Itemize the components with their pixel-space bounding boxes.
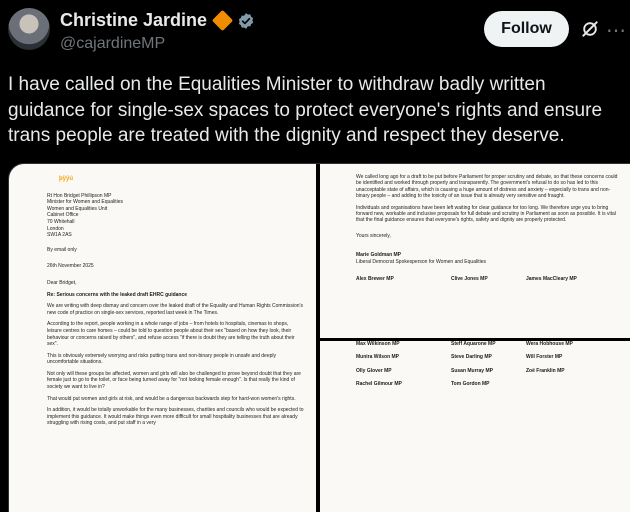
letter-page-right-signatures: Max Wilkinson MP Steff Aquarone MP Wera … [320, 341, 630, 512]
signatory: Susan Murray MP [451, 367, 493, 374]
address-line: SW1A 2AS [47, 232, 72, 239]
letter-paragraph: In addition, it would be totally unworka… [47, 407, 304, 427]
signatory: Wera Hobhouse MP [526, 341, 573, 347]
author-handle[interactable]: @cajardineMP [60, 35, 165, 53]
letter-date: 26th November 2025 [47, 263, 94, 270]
recipient-address: Rt Hon Bridget Phillipson MP Minister fo… [47, 193, 304, 239]
signatory: Steff Aquarone MP [451, 341, 496, 347]
by-email-note: By email only [47, 246, 77, 253]
signatory: Olly Glover MP [356, 367, 392, 374]
address-line: Women and Equalities Unit [47, 205, 108, 212]
letter-paragraph: This is obviously extremely worrying and… [47, 352, 277, 366]
signatory: Will Forster MP [526, 354, 563, 361]
letter-page-right: We called long ago for a draft to be put… [320, 164, 630, 338]
signatory: Tom Gordon MP [451, 381, 490, 388]
verified-badge-icon[interactable] [237, 12, 255, 30]
signatory-list-top: Alex Brewer MP Clive Jones MP James MacC… [356, 276, 621, 282]
affiliation-diamond-icon[interactable] [211, 9, 234, 32]
signatory: Clive Jones MP [451, 276, 488, 283]
signatory: Zoë Franklin MP [526, 367, 565, 374]
letter-paragraph: According to the report, people working … [47, 321, 295, 348]
letter-paragraph: We are writing with deep dismay and conc… [47, 303, 303, 316]
avatar[interactable] [8, 8, 50, 50]
author-name-row: Christine Jardine [60, 9, 255, 32]
follow-button[interactable]: Follow [484, 11, 569, 47]
letter-page-left: þÿÿú Rt Hon Bridget Phillipson MP Minist… [9, 164, 316, 512]
author-name[interactable]: Christine Jardine [60, 10, 207, 31]
signatory: Rachel Gilmour MP [356, 381, 402, 388]
signatory: Steve Darling MP [451, 354, 492, 361]
address-line: 70 Whitehall [47, 218, 75, 225]
more-icon[interactable]: ⋯ [606, 18, 626, 43]
address-line: Cabinet Office [47, 212, 79, 219]
address-line: London [47, 225, 64, 232]
address-line: Minister for Women and Equalities [47, 199, 124, 206]
signatory-role: Liberal Democrat Spokesperson for Women … [356, 258, 486, 265]
tweet-text: I have called on the Equalities Minister… [8, 74, 603, 146]
letter-paragraph: Individuals and organisations have been … [356, 204, 616, 224]
salutation: Dear Bridget, [47, 279, 77, 286]
signatory: Alex Brewer MP [356, 276, 394, 283]
address-line: Rt Hon Bridget Phillipson MP [47, 192, 112, 199]
letter-subject: Re: Serious concerns with the leaked dra… [47, 291, 188, 298]
letter-paragraph: We called long ago for a draft to be put… [356, 174, 618, 200]
signatory: James MacCleary MP [526, 276, 577, 283]
tweet-media-image[interactable]: þÿÿú Rt Hon Bridget Phillipson MP Minist… [8, 163, 630, 512]
party-logo: þÿÿú [59, 176, 74, 182]
signatory: Max Wilkinson MP [356, 341, 400, 347]
letter-paragraph: That would put women and girls at risk, … [47, 395, 296, 402]
signatory-list: Max Wilkinson MP Steff Aquarone MP Wera … [356, 341, 621, 388]
letter-paragraph: Not only will these groups be affected, … [47, 370, 301, 391]
signatory: Munira Wilson MP [356, 354, 400, 361]
tweet-header: Christine Jardine @cajardineMP Follow ⋯ [0, 0, 630, 62]
grok-icon[interactable] [580, 19, 600, 39]
letter-closing: Yours sincerely, [356, 232, 391, 239]
